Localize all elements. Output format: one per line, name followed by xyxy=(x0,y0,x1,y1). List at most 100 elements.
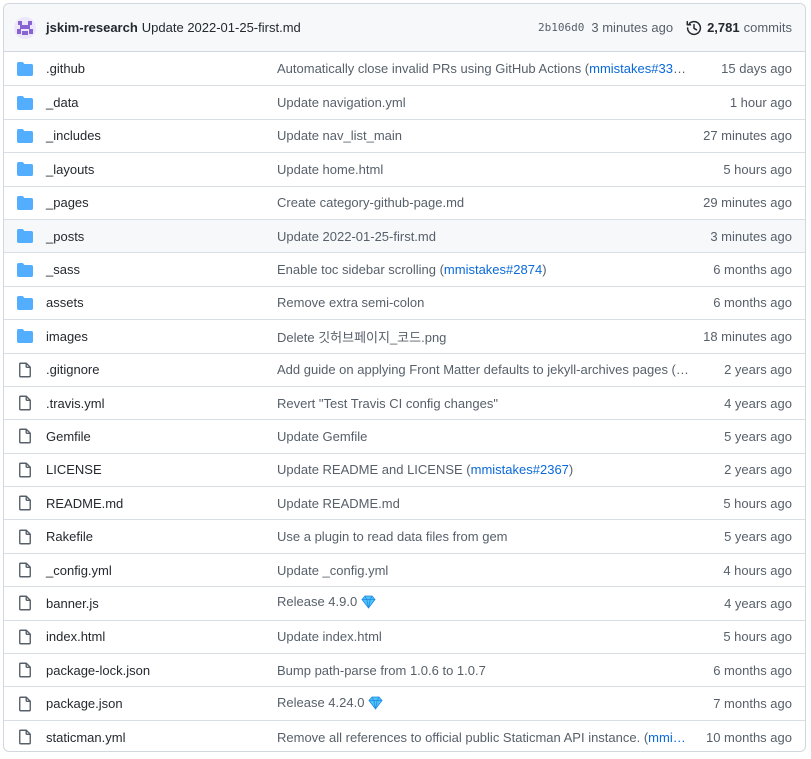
commit-message-link[interactable]: Enable toc sidebar scrolling (mmistakes#… xyxy=(277,262,689,277)
commit-age: 2 years ago xyxy=(724,362,792,378)
file-row[interactable]: .travis.yml Revert "Test Travis CI config… xyxy=(4,385,805,419)
file-row[interactable]: _config.yml Update _config.yml 4 hours ago xyxy=(4,552,805,586)
file-row[interactable]: _posts Update 2022-01-25-first.md 3 minute… xyxy=(4,218,805,253)
pull-request-link[interactable]: mmi… xyxy=(648,730,686,745)
file-row[interactable]: _pages Create category-github-page.md 29 m… xyxy=(4,185,805,219)
file-icon xyxy=(17,529,33,545)
file-name-link[interactable]: _includes xyxy=(46,128,101,143)
folder-icon xyxy=(17,61,33,77)
file-row[interactable]: assets Remove extra semi-colon 6 months ag… xyxy=(4,285,805,319)
file-name-link[interactable]: Rakefile xyxy=(46,529,93,544)
file-row[interactable]: banner.js Release 4.9.0 4 years ago xyxy=(4,586,805,619)
file-name-link[interactable]: .github xyxy=(46,61,85,76)
commit-message-link[interactable]: Automatically close invalid PRs using Gi… xyxy=(277,61,689,76)
commit-message-link[interactable]: Use a plugin to read data files from gem xyxy=(277,529,689,544)
file-row[interactable]: _includes Update nav_list_main 27 minutes … xyxy=(4,118,805,152)
file-row[interactable]: README.md Update README.md 5 hours ago xyxy=(4,486,805,519)
file-name-link[interactable]: _sass xyxy=(46,262,80,277)
file-name-link[interactable]: staticman.yml xyxy=(46,730,125,745)
file-row[interactable]: package-lock.json Bump path-parse from 1.… xyxy=(4,653,805,686)
file-row[interactable]: _sass Enable toc sidebar scrolling (mmist… xyxy=(4,252,805,285)
folder-icon xyxy=(17,228,33,244)
commit-message-link[interactable]: Bump path-parse from 1.0.6 to 1.0.7 xyxy=(277,663,689,678)
file-row[interactable]: Gemfile Update Gemfile 5 years ago xyxy=(4,419,805,452)
commit-message-link[interactable]: Update Gemfile xyxy=(277,429,689,444)
commit-message-link[interactable]: Remove extra semi-colon xyxy=(277,295,689,310)
commit-message-link[interactable]: Update navigation.yml xyxy=(277,95,689,110)
file-row[interactable]: images Delete 깃허브페이지_코드.png 18 minutes ago xyxy=(4,319,805,352)
file-icon xyxy=(17,629,33,645)
avatar[interactable] xyxy=(14,16,36,39)
commit-message-link[interactable]: Update _config.yml xyxy=(277,563,689,578)
commit-age: 27 minutes ago xyxy=(703,128,792,144)
file-name-link[interactable]: _config.yml xyxy=(46,563,112,578)
commit-sha-link[interactable]: 2b106d0 xyxy=(538,21,584,34)
file-row[interactable]: LICENSE Update README and LICENSE (mmista… xyxy=(4,452,805,486)
commit-message-link[interactable]: Revert "Test Travis CI config changes" xyxy=(277,396,689,411)
pull-request-link[interactable]: mmistakes#2874 xyxy=(444,262,542,277)
pull-request-link[interactable]: mmistakes#3313 xyxy=(589,61,687,76)
file-icon xyxy=(17,729,33,745)
file-name-link[interactable]: _posts xyxy=(46,229,84,244)
file-name-link[interactable]: assets xyxy=(46,295,84,310)
commit-history-link[interactable]: 2,781 commits xyxy=(686,20,792,36)
file-name-link[interactable]: index.html xyxy=(46,629,105,644)
commit-message-text: Use a plugin to read data files from gem xyxy=(277,529,508,545)
file-row[interactable]: _data Update navigation.yml 1 hour ago xyxy=(4,85,805,118)
file-name-link[interactable]: package-lock.json xyxy=(46,663,150,678)
file-name-link[interactable]: .gitignore xyxy=(46,362,99,377)
commit-message-link[interactable]: Release 4.24.0 xyxy=(277,695,689,713)
commit-message-text: Delete 깃허브페이지_코드.png xyxy=(277,329,447,345)
commit-message-text: Update Gemfile xyxy=(277,428,368,444)
file-name-link[interactable]: _pages xyxy=(46,195,89,210)
file-name-link[interactable]: banner.js xyxy=(46,596,99,611)
file-row[interactable]: package.json Release 4.24.0 7 months ago xyxy=(4,686,805,719)
file-name-link[interactable]: images xyxy=(46,329,88,344)
commit-age: 5 hours ago xyxy=(723,495,792,511)
commit-age: 5 years ago xyxy=(724,529,792,545)
file-icon xyxy=(17,395,33,411)
commit-message-link[interactable]: Update index.html xyxy=(277,629,689,644)
commit-age: 4 years ago xyxy=(724,595,792,611)
file-row[interactable]: _layouts Update home.html 5 hours ago xyxy=(4,152,805,185)
commit-message-link[interactable]: Add guide on applying Front Matter defau… xyxy=(277,362,689,377)
commit-message-link[interactable]: Create category-github-page.md xyxy=(277,195,689,210)
commit-message-link[interactable]: Release 4.9.0 xyxy=(277,594,689,612)
latest-commit-message[interactable]: Update 2022-01-25-first.md xyxy=(142,20,301,35)
file-name-link[interactable]: README.md xyxy=(46,496,123,511)
folder-icon xyxy=(17,128,33,144)
commit-age: 6 months ago xyxy=(713,262,792,278)
commit-message-text: Update README.md xyxy=(277,495,400,511)
file-name-link[interactable]: .travis.yml xyxy=(46,396,105,411)
file-name-link[interactable]: LICENSE xyxy=(46,462,102,477)
commit-message-text: Release 4.24.0 xyxy=(277,694,365,710)
file-icon xyxy=(17,696,33,712)
file-name-link[interactable]: _layouts xyxy=(46,162,94,177)
commit-age: 6 months ago xyxy=(713,662,792,678)
commit-message-text: Remove all references to official public… xyxy=(277,729,649,745)
commit-age: 2 years ago xyxy=(724,462,792,478)
commit-message-link[interactable]: Update README and LICENSE (mmistakes#236… xyxy=(277,462,689,477)
pull-request-link[interactable]: mmistakes#2367 xyxy=(471,462,569,477)
commit-message-suffix: ) xyxy=(568,462,574,478)
commit-message-link[interactable]: Update nav_list_main xyxy=(277,128,689,143)
file-name-link[interactable]: _data xyxy=(46,95,79,110)
commit-message-link[interactable]: Update README.md xyxy=(277,496,689,511)
file-row[interactable]: Rakefile Use a plugin to read data files … xyxy=(4,519,805,552)
commit-message-link[interactable]: Update 2022-01-25-first.md xyxy=(277,229,689,244)
commit-message-link[interactable]: Remove all references to official public… xyxy=(277,730,689,745)
commit-message-link[interactable]: Delete 깃허브페이지_코드.png xyxy=(277,327,689,346)
file-name-link[interactable]: Gemfile xyxy=(46,429,91,444)
file-icon xyxy=(17,362,33,378)
file-name-link[interactable]: package.json xyxy=(46,696,123,711)
file-row[interactable]: index.html Update index.html 5 hours ago xyxy=(4,619,805,653)
commit-author-link[interactable]: jskim-research xyxy=(46,20,138,35)
commit-message-suffix: ) xyxy=(687,61,689,76)
commit-message-link[interactable]: Update home.html xyxy=(277,162,689,177)
file-row[interactable]: staticman.yml Remove all references to of… xyxy=(4,719,805,751)
file-row[interactable]: .github Automatically close invalid PRs u… xyxy=(4,52,805,85)
commit-message-text: Update README and LICENSE ( xyxy=(277,462,471,478)
commit-age: 5 years ago xyxy=(724,428,792,444)
commit-age: 4 years ago xyxy=(724,395,792,411)
file-row[interactable]: .gitignore Add guide on applying Front Ma… xyxy=(4,352,805,386)
